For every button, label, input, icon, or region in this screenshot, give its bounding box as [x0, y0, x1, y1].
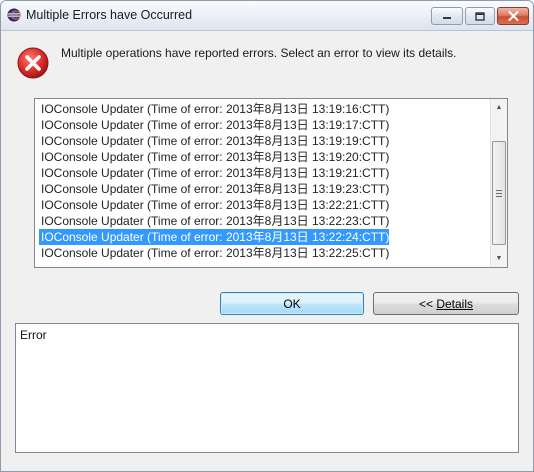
ok-button[interactable]: OK [220, 292, 364, 315]
error-list-item[interactable]: IOConsole Updater (Time of error: 2013年8… [39, 101, 389, 117]
minimize-icon [443, 17, 451, 19]
error-list-item[interactable]: IOConsole Updater (Time of error: 2013年8… [39, 197, 389, 213]
error-details-area[interactable]: Error [15, 323, 519, 453]
scroll-down-button[interactable]: ▼ [491, 250, 507, 267]
error-dialog: Multiple Errors have Occurred Multiple o… [0, 0, 534, 472]
error-message: Multiple operations have reported errors… [61, 46, 457, 60]
maximize-icon [475, 11, 485, 21]
eclipse-icon [7, 8, 21, 22]
window-title: Multiple Errors have Occurred [26, 8, 193, 22]
close-button[interactable] [497, 7, 529, 25]
minimize-button[interactable] [431, 7, 463, 25]
triangle-up-icon: ▲ [495, 104, 503, 111]
error-list-item[interactable]: IOConsole Updater (Time of error: 2013年8… [39, 213, 389, 229]
details-button-label: Details [436, 296, 474, 311]
close-icon [508, 11, 518, 21]
maximize-button[interactable] [465, 7, 495, 25]
error-list-item[interactable]: IOConsole Updater (Time of error: 2013年8… [39, 245, 389, 261]
ok-button-label: OK [283, 296, 301, 311]
scroll-up-button[interactable]: ▲ [491, 99, 507, 116]
error-details-text: Error [20, 328, 47, 342]
grip-icon [496, 189, 502, 197]
error-list-item[interactable]: IOConsole Updater (Time of error: 2013年8… [39, 133, 389, 149]
error-icon [17, 47, 49, 79]
triangle-down-icon: ▼ [495, 255, 503, 262]
details-button-prefix: << [418, 296, 437, 311]
details-button[interactable]: << Details [373, 292, 519, 315]
error-list-item[interactable]: IOConsole Updater (Time of error: 2013年8… [39, 165, 389, 181]
error-list-rows: IOConsole Updater (Time of error: 2013年8… [39, 101, 490, 261]
title-bar[interactable]: Multiple Errors have Occurred [1, 1, 533, 31]
vertical-scrollbar[interactable]: ▲ ▼ [490, 99, 507, 267]
error-list-item[interactable]: IOConsole Updater (Time of error: 2013年8… [39, 181, 389, 197]
error-list-item[interactable]: IOConsole Updater (Time of error: 2013年8… [39, 229, 390, 245]
error-list-item[interactable]: IOConsole Updater (Time of error: 2013年8… [39, 117, 389, 133]
error-list[interactable]: IOConsole Updater (Time of error: 2013年8… [34, 98, 508, 268]
scroll-thumb[interactable] [492, 141, 506, 245]
error-list-item[interactable]: IOConsole Updater (Time of error: 2013年8… [39, 149, 389, 165]
